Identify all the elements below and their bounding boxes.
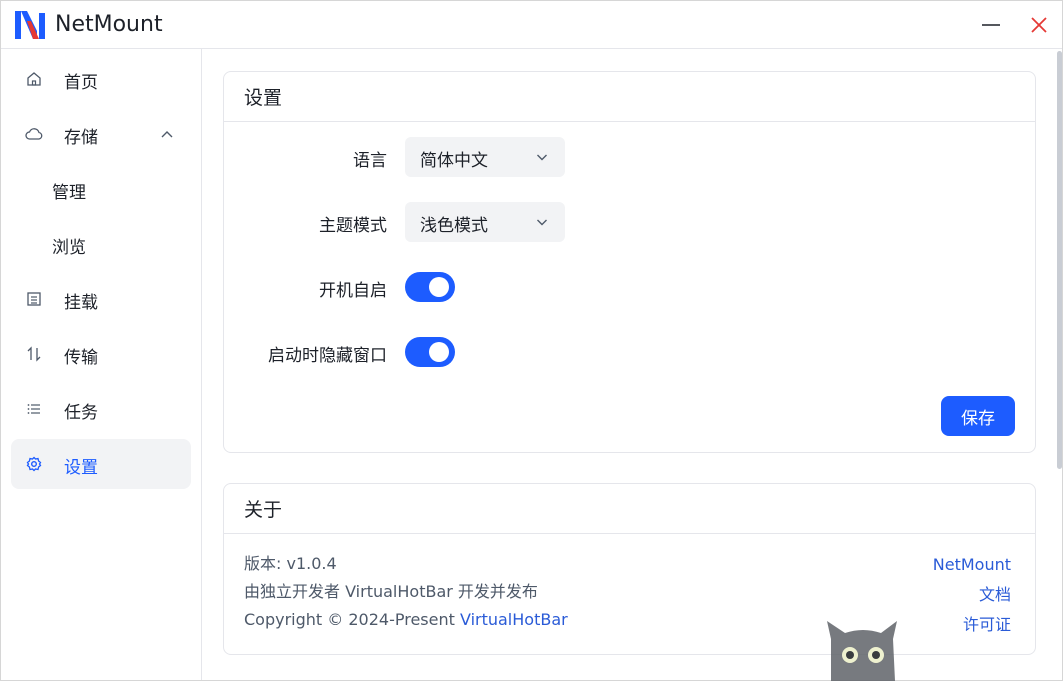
theme-select[interactable]: 浅色模式	[405, 202, 565, 242]
sidebar-item-label: 首页	[64, 73, 98, 93]
close-icon	[1031, 17, 1047, 33]
settings-card-title: 设置	[224, 72, 1035, 122]
sidebar-item-label: 传输	[64, 348, 98, 368]
sidebar-item-label: 设置	[64, 458, 98, 478]
hide-on-start-label: 启动时隐藏窗口	[268, 346, 387, 366]
app-logo	[15, 11, 45, 39]
language-value: 简体中文	[420, 151, 488, 171]
minimize-icon	[982, 24, 1000, 26]
title-bar: NetMount	[1, 1, 1062, 49]
copyright-text: Copyright © 2024-Present VirtualHotBar	[244, 606, 568, 634]
developer-text: 由独立开发者 VirtualHotBar 开发并发布	[244, 582, 538, 601]
theme-label: 主题模式	[319, 216, 387, 236]
cloud-icon	[25, 125, 43, 143]
autostart-label: 开机自启	[319, 281, 387, 301]
language-select[interactable]: 简体中文	[405, 137, 565, 177]
author-link[interactable]: VirtualHotBar	[460, 610, 568, 629]
scrollbar-thumb[interactable]	[1057, 51, 1062, 469]
close-button[interactable]	[1019, 7, 1059, 43]
sidebar-item-label: 任务	[64, 403, 98, 423]
sidebar-item-transfer[interactable]: 传输	[11, 329, 191, 379]
hide-on-start-toggle[interactable]	[405, 337, 455, 367]
hide-on-start-row: 启动时隐藏窗口	[224, 332, 1037, 372]
sidebar-item-manage[interactable]: 管理	[11, 164, 191, 214]
sidebar-item-mount[interactable]: 挂载	[11, 274, 191, 324]
language-row: 语言 简体中文	[224, 137, 1037, 177]
sidebar-item-label: 存储	[64, 128, 98, 148]
sidebar-item-settings[interactable]: 设置	[11, 439, 191, 489]
sidebar-item-tasks[interactable]: 任务	[11, 384, 191, 434]
list-box-icon	[25, 290, 43, 308]
sidebar-item-home[interactable]: 首页	[11, 54, 191, 104]
about-links: NetMount 文档 许可证	[933, 550, 1011, 640]
about-card: 关于 版本: v1.0.4 由独立开发者 VirtualHotBar 开发并发布…	[223, 483, 1036, 655]
language-label: 语言	[353, 151, 387, 171]
docs-link[interactable]: 文档	[933, 580, 1011, 610]
sidebar-item-browse[interactable]: 浏览	[11, 219, 191, 269]
settings-card: 设置 语言 简体中文 主题模式 浅色模式 开机自启 启动时隐藏窗口 保存	[223, 71, 1036, 453]
theme-row: 主题模式 浅色模式	[224, 202, 1037, 242]
transfer-icon	[25, 345, 43, 363]
main-content: 设置 语言 简体中文 主题模式 浅色模式 开机自启 启动时隐藏窗口 保存 关于 …	[203, 49, 1056, 680]
license-link[interactable]: 许可证	[933, 610, 1011, 640]
settings-icon	[25, 455, 43, 473]
toggle-knob	[429, 342, 449, 362]
toggle-knob	[429, 277, 449, 297]
chevron-down-icon	[537, 154, 547, 161]
app-title: NetMount	[55, 12, 163, 37]
version-text: 版本: v1.0.4	[244, 554, 337, 573]
about-info: 版本: v1.0.4 由独立开发者 VirtualHotBar 开发并发布 Co…	[244, 550, 568, 634]
autostart-toggle[interactable]	[405, 272, 455, 302]
about-card-title: 关于	[224, 484, 1035, 534]
sidebar-item-label: 管理	[52, 183, 86, 203]
sidebar-item-label: 浏览	[52, 238, 86, 258]
copyright-prefix: Copyright © 2024-Present	[244, 610, 460, 629]
theme-value: 浅色模式	[420, 216, 488, 236]
chevron-down-icon	[537, 219, 547, 226]
netmount-link[interactable]: NetMount	[933, 550, 1011, 580]
app-window: NetMount 首页 存储 管理 浏览 挂载 传输 任务 设置 设置 语言 简…	[0, 0, 1063, 681]
vertical-scrollbar[interactable]	[1056, 49, 1063, 681]
autostart-row: 开机自启	[224, 267, 1037, 307]
home-icon	[25, 70, 43, 88]
save-button[interactable]: 保存	[941, 396, 1015, 436]
tasks-icon	[25, 400, 43, 418]
chevron-up-icon	[161, 131, 173, 138]
sidebar-item-storage[interactable]: 存储	[11, 109, 191, 159]
sidebar-item-label: 挂载	[64, 293, 98, 313]
cat-mascot-image	[827, 621, 897, 681]
sidebar: 首页 存储 管理 浏览 挂载 传输 任务 设置	[1, 49, 202, 680]
minimize-button[interactable]	[971, 7, 1011, 43]
